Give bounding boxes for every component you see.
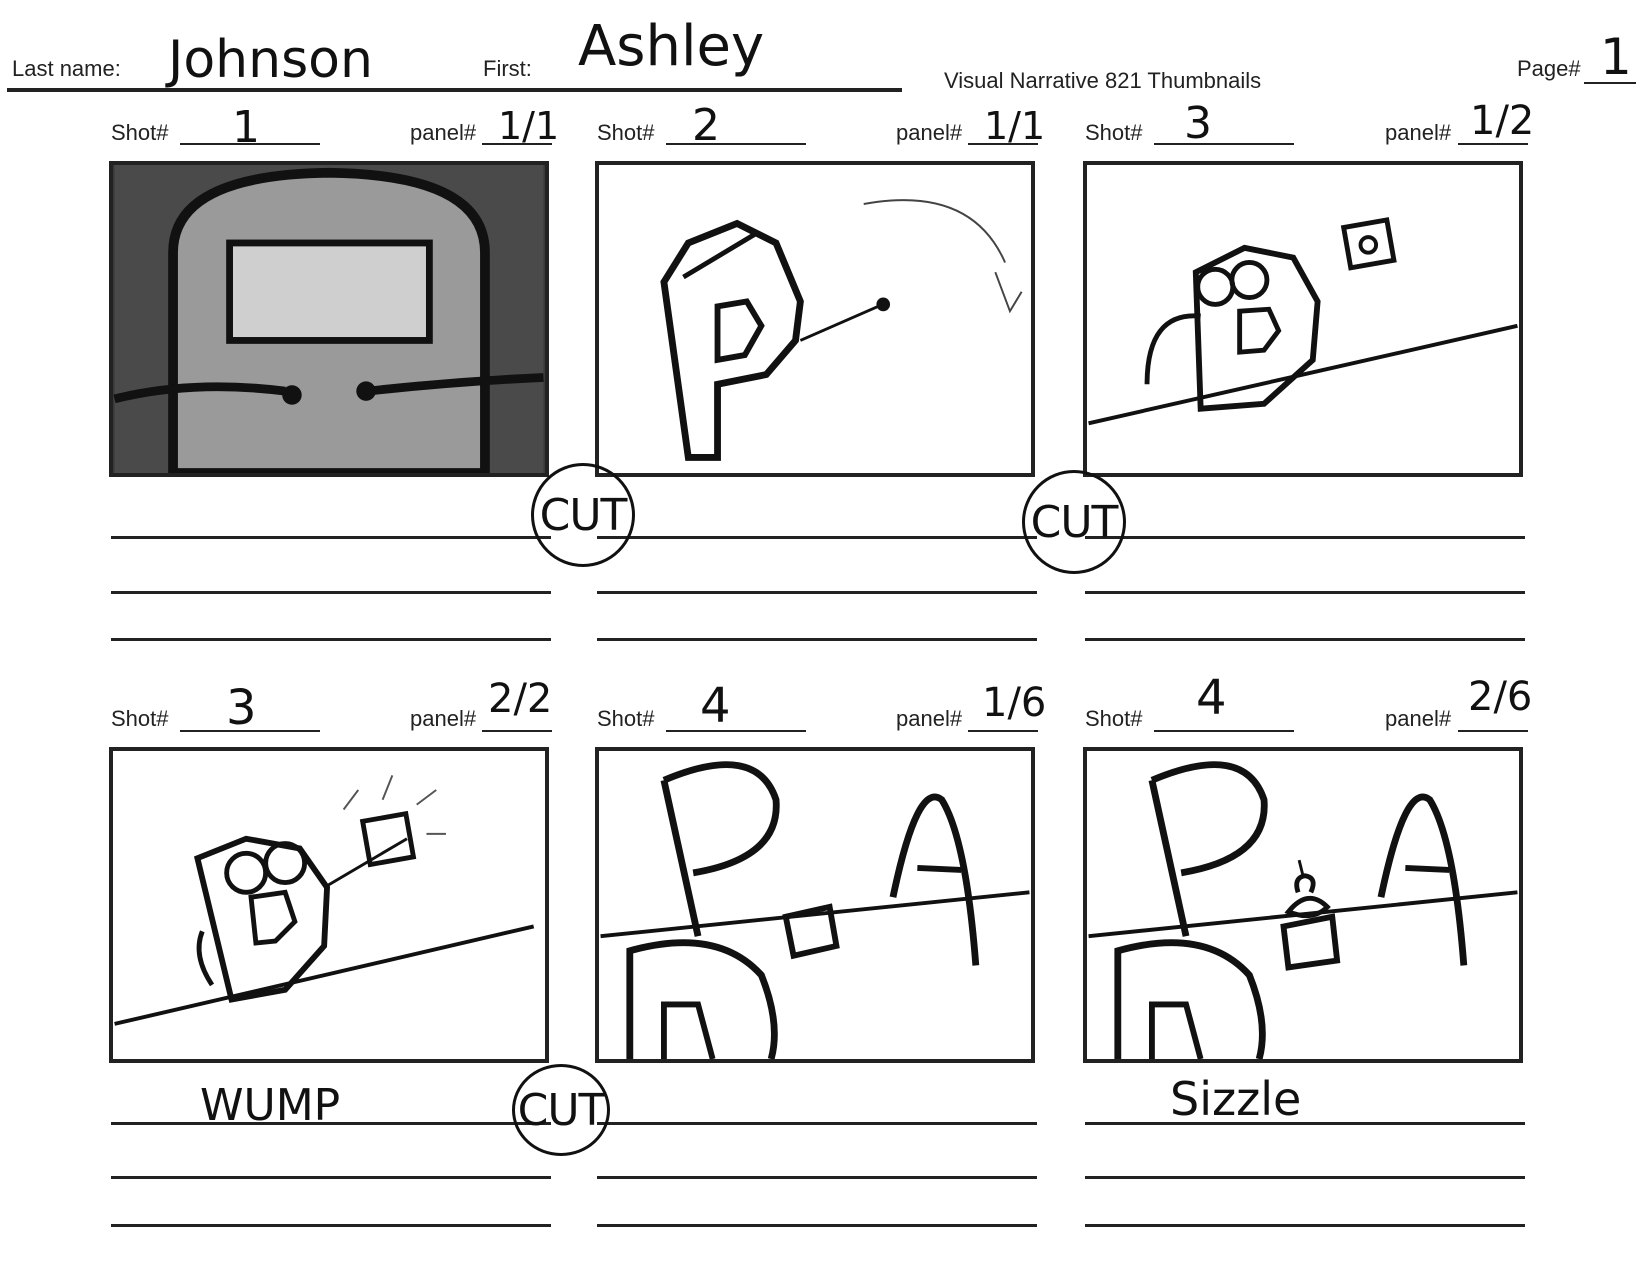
frame-4-panel-underline [482,730,552,732]
frame-1-note-line-2[interactable] [111,591,551,594]
frame-5-panel-underline [968,730,1038,732]
page-number-label: Page# [1517,56,1581,81]
frame-5-note-line-2[interactable] [597,1176,1037,1179]
frame-2-shot-underline [666,143,806,145]
frame-5-shot-underline [666,730,806,732]
frame-6-note-line-1[interactable] [1085,1122,1525,1125]
page-number-underline [1584,82,1636,84]
frame-2-shot-label: Shot# [597,120,655,145]
frame-3-shot-label: Shot# [1085,120,1143,145]
frame-2-thumbnail[interactable] [595,161,1035,477]
frame-3-note-line-2[interactable] [1085,591,1525,594]
frame-1-note-line-3[interactable] [111,638,551,641]
frame-6-thumbnail[interactable] [1083,747,1523,1063]
frame-1-panel-underline [482,143,552,145]
frame-3-panel-value[interactable]: 1/2 [1470,98,1534,144]
frame-2-sketch-letter-p [660,199,1023,461]
frame-1-sketch-gravestone [113,165,544,473]
frame-6-sketch-sizzle [1088,761,1518,1059]
frame-6-panel-underline [1458,730,1528,732]
frame-3-shot-underline [1154,143,1294,145]
frame-2-panel-value[interactable]: 1/1 [984,104,1045,148]
frame-5-note-line-1[interactable] [597,1122,1037,1125]
frame-6-note-line-3[interactable] [1085,1224,1525,1227]
frame-6-panel-value[interactable]: 2/6 [1468,674,1532,720]
course-title: Visual Narrative 821 Thumbnails [944,68,1262,93]
frame-2-note-line-3[interactable] [597,638,1037,641]
page-number-value[interactable]: 1 [1600,28,1632,86]
frame-2-panel-label: panel# [896,120,963,145]
frame-5-panel-value[interactable]: 1/6 [982,680,1046,726]
frame-1-thumbnail[interactable] [109,161,549,477]
first-name-label: First: [483,56,532,81]
frame-3-shot-value[interactable]: 3 [1184,98,1212,149]
frame-3-panel-label: panel# [1385,120,1452,145]
frame-5-shot-value[interactable]: 4 [700,678,731,734]
frame-1-panel-value[interactable]: 1/1 [498,104,559,148]
frame-4-shot-value[interactable]: 3 [226,680,257,736]
frame-4-panel-label: panel# [410,706,477,731]
frame-6-shot-underline [1154,730,1294,732]
cut-marker-2-3[interactable]: CUT [1022,470,1126,574]
cut-marker-1-2[interactable]: CUT [531,463,635,567]
frame-5-note-line-3[interactable] [597,1224,1037,1227]
frame-3-note-line-1[interactable] [1085,536,1525,539]
frame-5-sketch-letters [600,761,1030,1059]
cut-marker-2-3-text: CUT [1030,496,1119,548]
frame-1-panel-label: panel# [410,120,477,145]
frame-5-thumbnail[interactable] [595,747,1035,1063]
last-name-label: Last name: [12,56,121,81]
name-underline [7,88,902,92]
frame-1-shot-label: Shot# [111,120,169,145]
frame-6-shot-label: Shot# [1085,706,1143,731]
frame-3-panel-underline [1458,143,1528,145]
frame-5-panel-label: panel# [896,706,963,731]
frame-3-thumbnail[interactable] [1083,161,1523,477]
cut-marker-4-5-text: CUT [517,1084,606,1136]
cut-marker-4-5[interactable]: CUT [512,1064,610,1156]
frame-3-note-line-3[interactable] [1085,638,1525,641]
frame-1-shot-underline [180,143,320,145]
frame-6-panel-label: panel# [1385,706,1452,731]
cut-marker-1-2-text: CUT [539,489,628,541]
frame-6-note-line-2[interactable] [1085,1176,1525,1179]
frame-2-note-line-1[interactable] [597,536,1037,539]
frame-1-shot-value[interactable]: 1 [232,102,260,153]
frame-2-panel-underline [968,143,1038,145]
frame-4-note-line-3[interactable] [111,1224,551,1227]
frame-4-shot-label: Shot# [111,706,169,731]
frame-1-note-line-1[interactable] [111,536,551,539]
last-name-value[interactable]: Johnson [168,30,373,90]
frame-3-sketch-rolling-p [1088,217,1518,426]
frame-4-note-line-1[interactable] [111,1122,551,1125]
frame-4-panel-value[interactable]: 2/2 [488,676,552,722]
frame-5-shot-label: Shot# [597,706,655,731]
frame-4-sketch-impact [114,775,535,1026]
frame-2-note-line-2[interactable] [597,591,1037,594]
first-name-value[interactable]: Ashley [578,14,764,79]
frame-6-note-text[interactable]: Sizzle [1170,1072,1301,1126]
frame-4-shot-underline [180,730,320,732]
frame-4-note-line-2[interactable] [111,1176,551,1179]
frame-6-shot-value[interactable]: 4 [1196,670,1227,726]
frame-4-thumbnail[interactable] [109,747,549,1063]
